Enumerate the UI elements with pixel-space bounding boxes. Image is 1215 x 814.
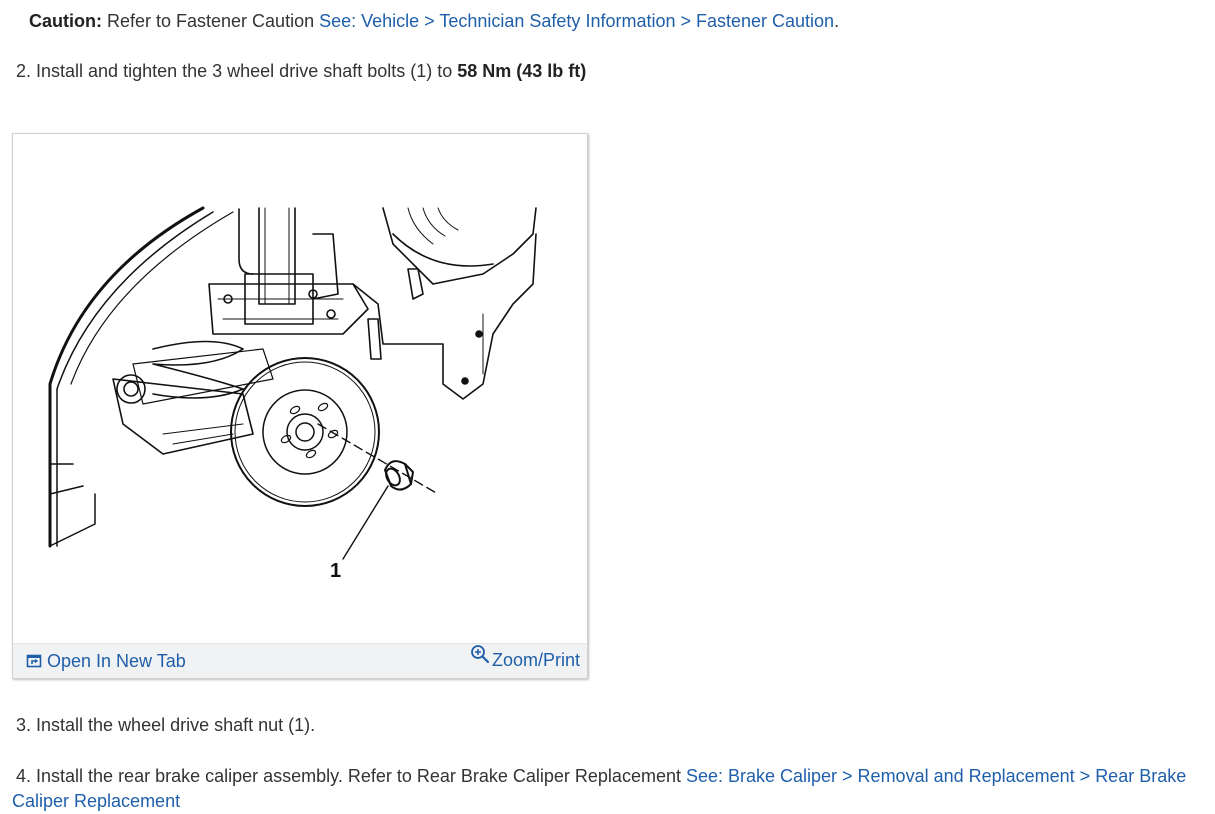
fastener-caution-link[interactable]: See: Vehicle > Technician Safety Informa… (319, 11, 834, 31)
step-text: Install the wheel drive shaft nut (1). (31, 715, 316, 735)
step-2: 2. Install and tighten the 3 wheel drive… (16, 60, 586, 82)
illustration-figure: 1 Open In New Tab Zoom/Print (12, 133, 588, 679)
step-text: Install and tighten the 3 wheel drive sh… (31, 61, 458, 81)
step-text: Install the rear brake caliper assembly.… (31, 766, 686, 786)
zoom-print-label: Zoom/Print (491, 650, 580, 670)
step-4: 4. Install the rear brake caliper assemb… (12, 764, 1207, 814)
callout-label: 1 (330, 560, 342, 582)
caution-note: Caution: Refer to Fastener Caution See: … (29, 10, 839, 32)
torque-spec: 58 Nm (43 lb ft) (457, 61, 587, 81)
step-number: 4. (16, 766, 32, 786)
caution-text: Refer to Fastener Caution (101, 11, 320, 31)
wheel-drive-shaft-illustration (48, 206, 537, 560)
step-number: 2. (16, 61, 32, 81)
open-new-tab-icon (26, 654, 42, 668)
open-in-new-tab-button[interactable]: Open In New Tab (26, 650, 186, 672)
step-3: 3. Install the wheel drive shaft nut (1)… (16, 714, 315, 736)
open-in-new-tab-label: Open In New Tab (47, 651, 186, 671)
step-number: 3. (16, 715, 32, 735)
zoom-in-icon (471, 645, 490, 664)
caution-trailing: . (834, 11, 840, 31)
zoom-print-button[interactable]: Zoom/Print (470, 645, 580, 670)
caution-label: Caution: (29, 11, 102, 31)
figure-toolbar: Open In New Tab Zoom/Print (13, 643, 587, 678)
